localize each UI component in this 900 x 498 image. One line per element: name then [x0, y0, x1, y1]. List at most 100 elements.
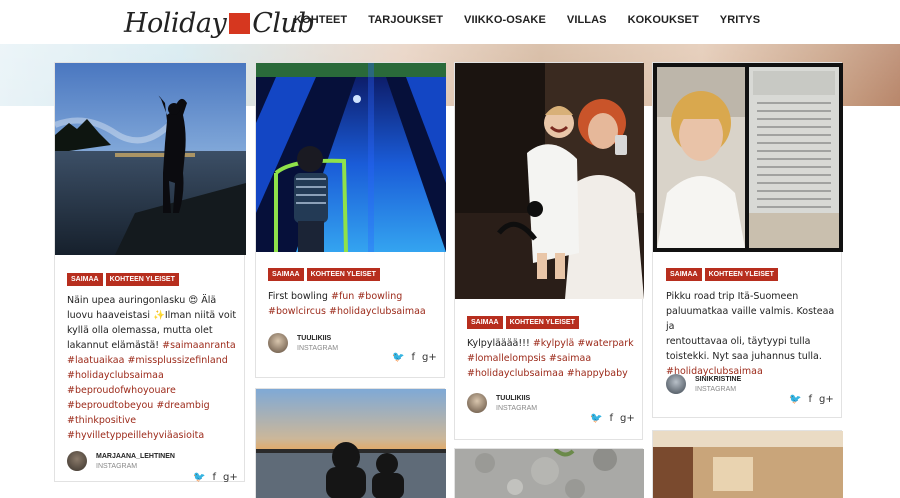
nav-viikko-osake[interactable]: VIIKKO-OSAKE: [464, 14, 546, 26]
facebook-icon[interactable]: f: [609, 413, 613, 424]
nav-kokoukset[interactable]: KOKOUKSET: [628, 14, 699, 26]
nav-villas[interactable]: VILLAS: [567, 14, 607, 26]
card-caption: First bowling #fun #bowling #bowlcircus …: [268, 289, 440, 319]
hashtag-line[interactable]: #beproudofwhoyouare: [67, 383, 239, 398]
google-plus-icon[interactable]: g+: [422, 352, 437, 363]
main-nav: KOHTEET TARJOUKSET VIIKKO-OSAKE VILLAS K…: [294, 14, 781, 26]
card-photo-collage[interactable]: [653, 63, 843, 252]
twitter-icon[interactable]: 🐦: [193, 472, 205, 483]
card-photo-room[interactable]: [653, 431, 843, 498]
card-author[interactable]: TUULIKIIS INSTAGRAM: [268, 333, 338, 353]
caption-line: Näin upea auringonlasku 😍 Älä: [67, 295, 217, 306]
tag-saimaa[interactable]: SAIMAA: [268, 268, 304, 281]
tag-kohteen-yleiset[interactable]: KOHTEEN YLEISET: [306, 268, 380, 281]
hashtag-line[interactable]: #hyvilletyppeillehyviäasioita: [67, 428, 239, 443]
author-source: INSTAGRAM: [297, 344, 339, 352]
caption-line: Kylpylääää!!! #kylpylä #waterpark: [467, 336, 639, 351]
nav-tarjoukset[interactable]: TARJOUKSET: [368, 14, 443, 26]
tag-saimaa[interactable]: SAIMAA: [666, 268, 702, 281]
card-tags: SAIMAA KOHTEEN YLEISET: [467, 316, 579, 329]
avatar: [467, 393, 487, 413]
hashtag-link[interactable]: #saimaanranta: [162, 340, 236, 351]
hashtag-line[interactable]: #bowlcircus #holidayclubsaimaa: [268, 304, 440, 319]
twitter-icon[interactable]: 🐦: [392, 352, 404, 363]
author-name[interactable]: TUULIKIIS: [496, 395, 537, 402]
hashtag-line[interactable]: #holidayclubsaimaa #happybaby: [467, 366, 639, 381]
tag-kohteen-yleiset[interactable]: KOHTEEN YLEISET: [704, 268, 778, 281]
avatar: [268, 333, 288, 353]
caption-line: luovu haaveistasi ✨Ilman niitä voit: [67, 310, 237, 321]
author-source: INSTAGRAM: [96, 462, 138, 470]
author-name[interactable]: TUULIKIIS: [297, 335, 338, 342]
tag-kohteen-yleiset[interactable]: KOHTEEN YLEISET: [505, 316, 579, 329]
social-card-5[interactable]: [255, 388, 446, 498]
hashtag-link[interactable]: #kylpylä #waterpark: [533, 338, 634, 349]
facebook-icon[interactable]: f: [212, 472, 216, 483]
author-text: MARJAANA_LEHTINEN INSTAGRAM: [96, 453, 175, 470]
avatar: [67, 451, 87, 471]
card-caption: Kylpylääää!!! #kylpylä #waterpark #lomal…: [467, 336, 639, 381]
facebook-icon[interactable]: f: [411, 352, 415, 363]
author-text: TUULIKIIS INSTAGRAM: [297, 335, 338, 352]
tag-saimaa[interactable]: SAIMAA: [67, 273, 103, 286]
card-tags: SAIMAA KOHTEEN YLEISET: [67, 273, 179, 286]
author-source: INSTAGRAM: [695, 385, 737, 393]
card-tags: SAIMAA KOHTEEN YLEISET: [268, 268, 380, 281]
nav-yritys[interactable]: YRITYS: [720, 14, 760, 26]
nav-kohteet[interactable]: KOHTEET: [294, 14, 347, 26]
share-buttons: 🐦 f g+: [193, 472, 238, 483]
card-author[interactable]: TUULIKIIS INSTAGRAM: [467, 393, 537, 413]
author-source: INSTAGRAM: [496, 404, 538, 412]
logo-red-square: [229, 12, 251, 34]
twitter-icon[interactable]: 🐦: [789, 394, 801, 405]
social-card-2[interactable]: SAIMAA KOHTEEN YLEISET First bowling #fu…: [255, 62, 446, 378]
card-photo-bowling[interactable]: [256, 63, 446, 252]
google-plus-icon[interactable]: g+: [620, 413, 635, 424]
hashtag-line[interactable]: #beproudtobeyou #dreambig: [67, 398, 239, 413]
author-text: TUULIKIIS INSTAGRAM: [496, 395, 537, 412]
caption-line: lakannut elämästä! #saimaanranta: [67, 338, 239, 353]
share-buttons: 🐦 f g+: [590, 413, 635, 424]
caption-line: toistekki. Nyt saa juhannus tulla.: [666, 351, 822, 362]
hashtag-line[interactable]: #holidayclubsaimaa: [67, 368, 239, 383]
hashtag-link[interactable]: #fun #bowling: [331, 291, 402, 302]
logo-word-left: Holiday: [124, 7, 227, 39]
author-text: SINIKRISTINE INSTAGRAM: [695, 376, 741, 393]
holiday-club-logo[interactable]: Holiday Club: [124, 7, 315, 39]
caption-text: lakannut elämästä!: [67, 340, 163, 351]
caption-line: rentouttavaa oli, täytyypi tulla: [666, 336, 811, 347]
social-card-6[interactable]: [454, 448, 644, 498]
card-author[interactable]: SINIKRISTINE INSTAGRAM: [666, 374, 741, 394]
card-photo-lake-sunset[interactable]: [256, 389, 446, 498]
tag-saimaa[interactable]: SAIMAA: [467, 316, 503, 329]
twitter-icon[interactable]: 🐦: [590, 413, 602, 424]
share-buttons: 🐦 f g+: [392, 352, 437, 363]
card-photo-gravel[interactable]: [455, 449, 644, 498]
hashtag-line[interactable]: #laatuaikaa #missplussizefinland: [67, 353, 239, 368]
card-tags: SAIMAA KOHTEEN YLEISET: [666, 268, 778, 281]
card-caption: Pikku road trip Itä-Suomeen paluumatkaa …: [666, 289, 840, 379]
tag-kohteen-yleiset[interactable]: KOHTEEN YLEISET: [105, 273, 179, 286]
caption-line: First bowling #fun #bowling: [268, 289, 440, 304]
social-card-1[interactable]: SAIMAA KOHTEEN YLEISET Näin upea auringo…: [54, 62, 246, 483]
card-caption: Näin upea auringonlasku 😍 Älä luovu haav…: [67, 293, 239, 443]
site-header: Holiday Club KOHTEET TARJOUKSET VIIKKO-O…: [0, 0, 900, 44]
card-author[interactable]: MARJAANA_LEHTINEN INSTAGRAM: [67, 451, 175, 471]
google-plus-icon[interactable]: g+: [819, 394, 834, 405]
google-plus-icon[interactable]: g+: [223, 472, 238, 483]
hashtag-line[interactable]: #lomallelompsis #saimaa: [467, 351, 639, 366]
card-photo-spa[interactable]: [455, 63, 644, 299]
social-card-3[interactable]: SAIMAA KOHTEEN YLEISET Kylpylääää!!! #ky…: [454, 62, 644, 440]
caption-text: Kylpylääää!!!: [467, 338, 533, 349]
caption-line: kyllä olla olemassa, mutta olet: [67, 325, 213, 336]
hashtag-line[interactable]: #thinkpositive: [67, 413, 239, 428]
caption-line: paluumatkaa vaille valmis. Kosteaa ja: [666, 306, 835, 332]
author-name[interactable]: SINIKRISTINE: [695, 376, 741, 383]
facebook-icon[interactable]: f: [808, 394, 812, 405]
author-name[interactable]: MARJAANA_LEHTINEN: [96, 453, 175, 460]
social-card-7[interactable]: [652, 430, 843, 498]
caption-text: First bowling: [268, 291, 331, 302]
share-buttons: 🐦 f g+: [789, 394, 834, 405]
card-photo-sunset[interactable]: [55, 63, 246, 255]
social-card-4[interactable]: SAIMAA KOHTEEN YLEISET Pikku road trip I…: [652, 62, 843, 418]
